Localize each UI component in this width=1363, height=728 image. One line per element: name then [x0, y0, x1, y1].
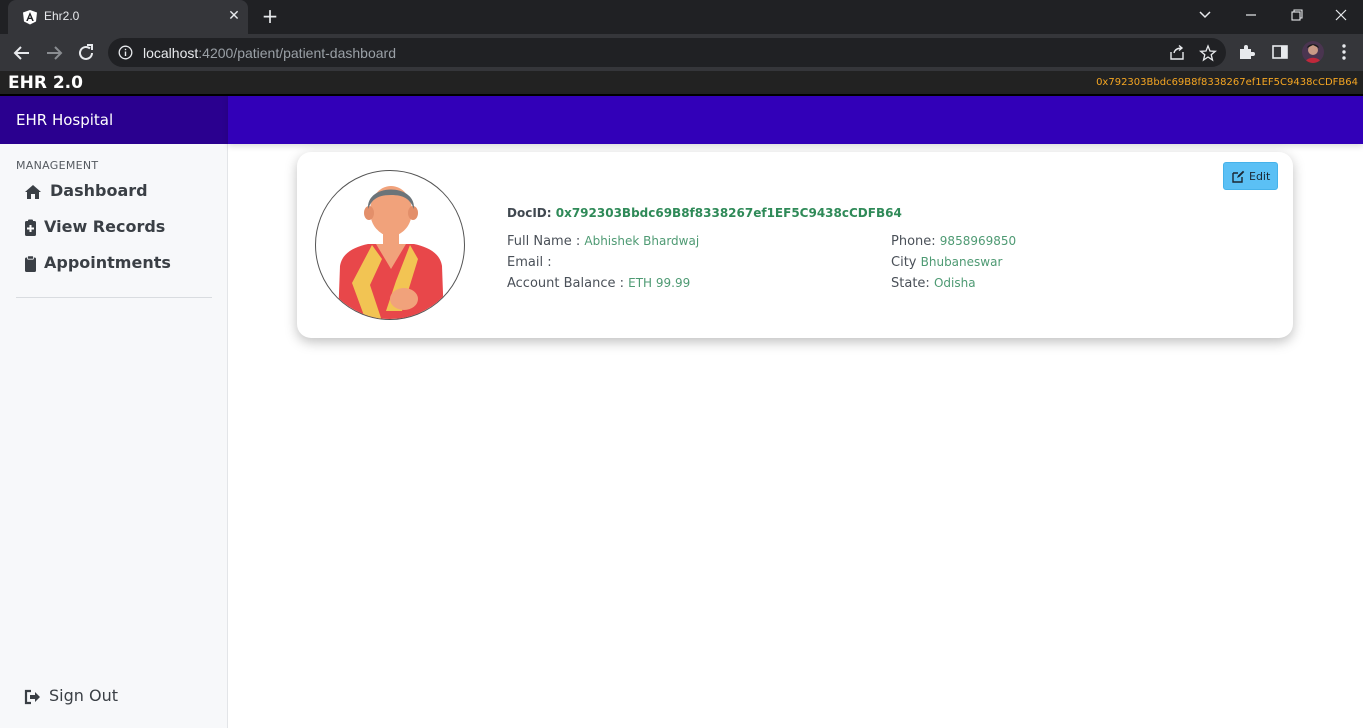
sidebar-item-dashboard[interactable]: Dashboard	[24, 178, 214, 206]
forward-icon[interactable]	[41, 40, 67, 66]
restore-icon[interactable]	[1274, 0, 1320, 30]
app-top-bar: EHR 2.0 0x792303Bbdc69B8f8338267ef1EF5C9…	[0, 71, 1363, 96]
sign-out-button[interactable]: Sign Out	[24, 683, 174, 711]
new-tab-icon[interactable]: +	[258, 5, 282, 29]
account-balance-field: Account Balance : ETH 99.99	[507, 276, 690, 291]
tab-search-icon[interactable]	[1182, 0, 1228, 30]
doc-id: DocID: 0x792303Bbdc69B8f8338267ef1EF5C94…	[507, 206, 902, 220]
state-field: State: Odisha	[891, 276, 976, 291]
sidebar-item-label: View Records	[44, 217, 166, 236]
extensions-puzzle-icon[interactable]	[1237, 42, 1257, 62]
tab-title: Ehr2.0	[44, 9, 80, 23]
doc-id-value: 0x792303Bbdc69B8f8338267ef1EF5C9438cCDFB…	[555, 206, 902, 220]
browser-menu-icon[interactable]	[1334, 42, 1354, 62]
share-icon[interactable]	[1168, 44, 1186, 62]
patient-illustration-icon	[338, 186, 444, 319]
account-balance-value: ETH 99.99	[628, 276, 691, 290]
url-text[interactable]: localhost:4200/patient/patient-dashboard	[143, 45, 396, 61]
edit-button-label: Edit	[1249, 170, 1271, 183]
city-label: City	[891, 255, 917, 270]
back-icon[interactable]	[9, 40, 35, 66]
app-brand: EHR 2.0	[8, 73, 83, 93]
sidebar-item-appointments[interactable]: Appointments	[24, 250, 214, 278]
edit-icon	[1232, 170, 1245, 183]
browser-tab[interactable]: Ehr2.0 ✕	[8, 0, 248, 34]
patient-profile-card: Edit DocID: 0x792303Bbdc69B8f8338267ef1E…	[297, 152, 1293, 338]
side-panel-icon[interactable]	[1270, 42, 1290, 62]
email-label: Email :	[507, 255, 552, 270]
sidebar-item-label: Dashboard	[50, 181, 148, 200]
clipboard-icon	[25, 255, 36, 272]
full-name-value: Abhishek Bhardwaj	[584, 234, 700, 248]
full-name-field: Full Name : Abhishek Bhardwaj	[507, 234, 699, 249]
email-field: Email :	[507, 255, 552, 270]
minimize-icon[interactable]	[1228, 0, 1274, 30]
browser-toolbar: localhost:4200/patient/patient-dashboard	[0, 34, 1363, 71]
patient-avatar	[315, 170, 465, 320]
sign-out-label: Sign Out	[49, 686, 118, 705]
hospital-brand[interactable]: EHR Hospital	[16, 111, 113, 129]
sidebar-header: EHR Hospital	[0, 96, 228, 144]
sidebar-item-label: Appointments	[44, 253, 171, 272]
section-label: MANAGEMENT	[16, 159, 99, 172]
main-header-bar	[228, 96, 1363, 144]
sidebar-divider	[16, 297, 212, 298]
phone-field: Phone: 9858969850	[891, 234, 1016, 249]
city-value: Bhubaneswar	[920, 255, 1003, 269]
doc-id-label: DocID:	[507, 206, 552, 220]
sign-out-icon	[24, 689, 40, 705]
phone-value: 9858969850	[939, 234, 1017, 248]
city-field: City Bhubaneswar	[891, 255, 1002, 270]
sidebar-item-view-records[interactable]: View Records	[24, 214, 214, 242]
tab-close-icon[interactable]: ✕	[224, 6, 244, 26]
window-close-icon[interactable]	[1318, 0, 1363, 30]
site-info-icon[interactable]	[118, 45, 133, 60]
sidebar: EHR Hospital MANAGEMENT Dashboard View R…	[0, 96, 228, 728]
account-balance-label: Account Balance :	[507, 276, 624, 291]
medical-file-icon	[25, 219, 36, 236]
edit-profile-button[interactable]: Edit	[1223, 162, 1278, 190]
home-icon	[25, 185, 41, 199]
wallet-address: 0x792303Bbdc69B8f8338267ef1EF5C9438cCDFB…	[1096, 77, 1358, 88]
bookmark-star-icon[interactable]	[1199, 44, 1217, 62]
address-bar[interactable]: localhost:4200/patient/patient-dashboard	[108, 38, 1226, 67]
profile-avatar[interactable]	[1302, 41, 1324, 63]
full-name-label: Full Name :	[507, 234, 581, 249]
angular-logo-icon	[23, 10, 37, 25]
state-label: State:	[891, 276, 930, 291]
browser-tab-strip: Ehr2.0 ✕ +	[0, 0, 1363, 34]
state-value: Odisha	[933, 276, 976, 290]
phone-label: Phone:	[891, 234, 936, 249]
reload-icon[interactable]	[73, 40, 99, 66]
